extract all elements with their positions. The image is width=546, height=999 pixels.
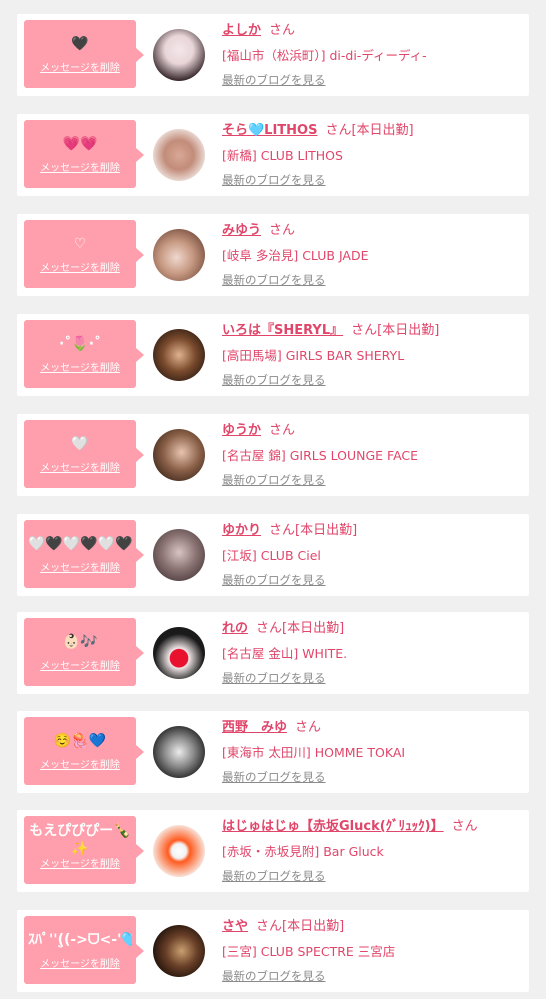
delete-message-link[interactable]: メッセージを削除 [24,855,136,870]
latest-blog-link[interactable]: 最新のブログを見る [222,472,326,488]
avatar[interactable] [153,925,205,977]
shop-name: [新橋] CLUB LITHOS [222,148,343,163]
name-suffix: さん[本日出勤] [325,123,414,138]
message-bubble[interactable]: ☺️🪼💙 メッセージを削除 [24,717,144,785]
message-text: 🤍 [71,436,89,452]
message-text: ☺️🪼💙 [53,733,107,749]
avatar[interactable] [153,825,205,877]
latest-blog-link[interactable]: 最新のブログを見る [222,769,326,785]
list-item: 👶🏻🎶 メッセージを削除 れの さん[本日出勤] [名古屋 金山] WHITE. … [17,612,529,694]
message-text: 👶🏻🎶 [62,634,98,650]
avatar[interactable] [153,726,205,778]
cast-name-link[interactable]: ゆかり [222,523,261,538]
list-item: 🤍 メッセージを削除 ゆうか さん [名古屋 錦] GIRLS LOUNGE FA… [17,414,529,496]
cast-name-link[interactable]: さや [222,919,248,934]
delete-message-link[interactable]: メッセージを削除 [24,756,136,771]
message-text: ｽﾊﾟ''(̤̮(->ᗜ<-'🩵 [28,932,132,948]
list-item: ☺️🪼💙 メッセージを削除 西野 みゆ さん [東海市 太田川] HOMME TO… [17,711,529,793]
message-bubble[interactable]: 🤍 メッセージを削除 [24,420,144,488]
cast-name-link[interactable]: れの [222,621,248,636]
name-suffix: さん [269,223,296,238]
latest-blog-link[interactable]: 最新のブログを見る [222,172,326,188]
cast-name-link[interactable]: 西野 みゆ [222,720,287,735]
latest-blog-link[interactable]: 最新のブログを見る [222,372,326,388]
name-suffix: さん[本日出勤] [256,919,345,934]
shop-name: [江坂] CLUB Ciel [222,548,321,563]
message-text: もえぴぴぴー🍾✨ [29,823,131,857]
name-suffix: さん[本日出勤] [351,323,440,338]
shop-name: [福山市（松浜町）] di-di-ディーディ- [222,48,427,63]
delete-message-link[interactable]: メッセージを削除 [24,955,136,970]
delete-message-link[interactable]: メッセージを削除 [24,159,136,174]
shop-name: [名古屋 金山] WHITE. [222,646,348,661]
list-item: ·˚🌷·˚ メッセージを削除 いろは『SHERYL』 さん[本日出勤] [高田馬場… [17,314,529,396]
avatar[interactable] [153,129,205,181]
latest-blog-link[interactable]: 最新のブログを見る [222,868,326,884]
message-bubble[interactable]: もえぴぴぴー🍾✨ メッセージを削除 [24,816,144,884]
message-bubble[interactable]: 🖤 メッセージを削除 [24,20,144,88]
message-text: 🖤 [71,36,89,52]
latest-blog-link[interactable]: 最新のブログを見る [222,72,326,88]
latest-blog-link[interactable]: 最新のブログを見る [222,572,326,588]
avatar[interactable] [153,229,205,281]
name-suffix: さん [269,23,296,38]
avatar[interactable] [153,329,205,381]
delete-message-link[interactable]: メッセージを削除 [24,59,136,74]
latest-blog-link[interactable]: 最新のブログを見る [222,272,326,288]
latest-blog-link[interactable]: 最新のブログを見る [222,670,326,686]
name-suffix: さん[本日出勤] [269,523,358,538]
cast-name-link[interactable]: よしか [222,23,261,38]
avatar[interactable] [153,529,205,581]
cast-name-link[interactable]: そら🩵LITHOS [222,123,317,138]
name-suffix: さん [451,819,478,834]
delete-message-link[interactable]: メッセージを削除 [24,459,136,474]
favorites-list: 🖤 メッセージを削除 よしか さん [福山市（松浜町）] di-di-ディーディ-… [0,0,546,999]
delete-message-link[interactable]: メッセージを削除 [24,259,136,274]
list-item: 🖤 メッセージを削除 よしか さん [福山市（松浜町）] di-di-ディーディ-… [17,14,529,96]
message-text: ♡ [73,236,87,252]
name-suffix: さん [295,720,322,735]
latest-blog-link[interactable]: 最新のブログを見る [222,968,326,984]
name-suffix: さん [269,423,296,438]
list-item: もえぴぴぴー🍾✨ メッセージを削除 はじゅはじゅ【赤坂Gluck(ｸﾞﾘｭｯｸ)… [17,810,529,892]
message-bubble[interactable]: 💗💗 メッセージを削除 [24,120,144,188]
shop-name: [高田馬場] GIRLS BAR SHERYL [222,348,405,363]
message-text: 🤍🖤🤍🖤🤍🖤 [28,536,132,552]
cast-name-link[interactable]: いろは『SHERYL』 [222,323,343,338]
list-item: ♡ メッセージを削除 みゆう さん [岐阜 多治見] CLUB JADE 最新のブ… [17,214,529,296]
avatar[interactable] [153,29,205,81]
message-text: 💗💗 [62,136,98,152]
message-bubble[interactable]: 👶🏻🎶 メッセージを削除 [24,618,144,686]
cast-name-link[interactable]: みゆう [222,223,261,238]
message-bubble[interactable]: 🤍🖤🤍🖤🤍🖤 メッセージを削除 [24,520,144,588]
delete-message-link[interactable]: メッセージを削除 [24,559,136,574]
delete-message-link[interactable]: メッセージを削除 [24,359,136,374]
shop-name: [岐阜 多治見] CLUB JADE [222,248,369,263]
avatar[interactable] [153,627,205,679]
shop-name: [東海市 太田川] HOMME TOKAI [222,745,406,760]
message-bubble[interactable]: ♡ メッセージを削除 [24,220,144,288]
list-item: ｽﾊﾟ''(̤̮(->ᗜ<-'🩵 メッセージを削除 さや さん[本日出勤] [三宮… [17,910,529,992]
shop-name: [名古屋 錦] GIRLS LOUNGE FACE [222,448,419,463]
avatar[interactable] [153,429,205,481]
message-bubble[interactable]: ｽﾊﾟ''(̤̮(->ᗜ<-'🩵 メッセージを削除 [24,916,144,984]
list-item: 🤍🖤🤍🖤🤍🖤 メッセージを削除 ゆかり さん[本日出勤] [江坂] CLUB Ci… [17,514,529,596]
cast-name-link[interactable]: ゆうか [222,423,261,438]
delete-message-link[interactable]: メッセージを削除 [24,657,136,672]
shop-name: [赤坂・赤坂見附] Bar Gluck [222,844,384,859]
name-suffix: さん[本日出勤] [256,621,345,636]
list-item: 💗💗 メッセージを削除 そら🩵LITHOS さん[本日出勤] [新橋] CLUB … [17,114,529,196]
cast-name-link[interactable]: はじゅはじゅ【赤坂Gluck(ｸﾞﾘｭｯｸ)】 [222,819,444,834]
message-text: ·˚🌷·˚ [58,336,102,352]
message-bubble[interactable]: ·˚🌷·˚ メッセージを削除 [24,320,144,388]
shop-name: [三宮] CLUB SPECTRE 三宮店 [222,944,396,959]
